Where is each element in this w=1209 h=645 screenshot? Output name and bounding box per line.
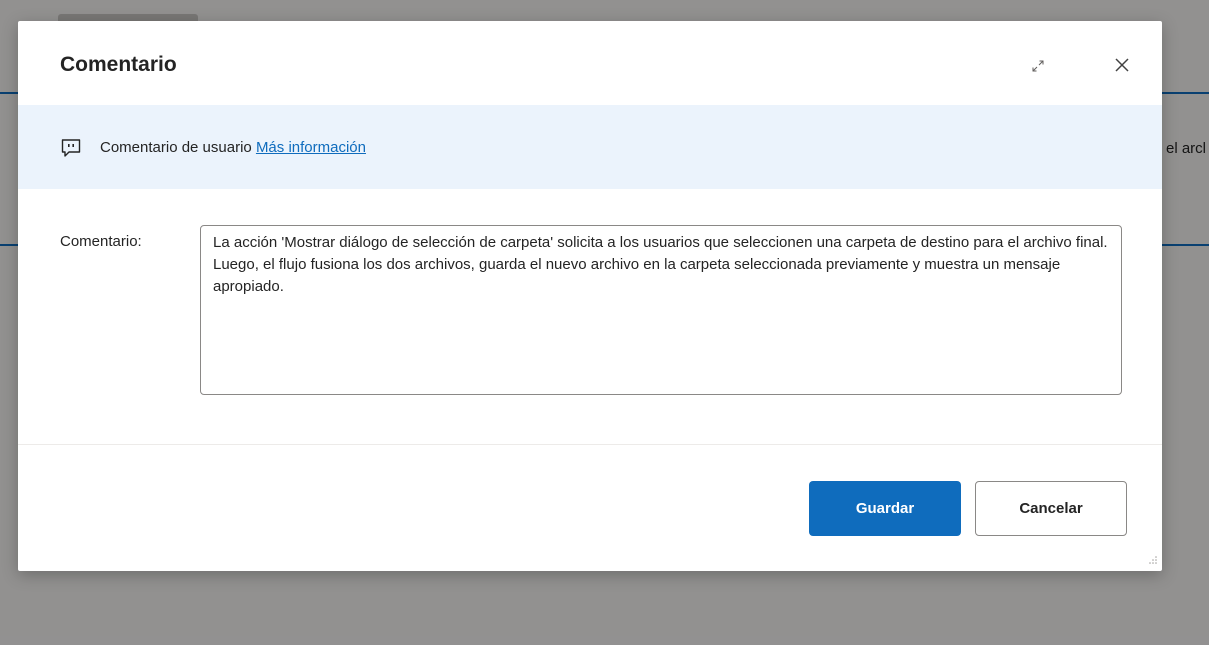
- comment-dialog: Comentario Comentario de usuario Más inf…: [18, 21, 1162, 571]
- more-info-link[interactable]: Más información: [256, 139, 366, 156]
- cancel-button[interactable]: Cancelar: [975, 481, 1127, 536]
- close-icon: [1115, 58, 1129, 72]
- info-text: Comentario de usuario Más información: [100, 139, 366, 156]
- save-button[interactable]: Guardar: [809, 481, 961, 536]
- info-bar: Comentario de usuario Más información: [18, 105, 1162, 189]
- footer-divider: [18, 444, 1162, 445]
- close-button[interactable]: [1102, 47, 1142, 83]
- comment-icon: [61, 139, 81, 157]
- expand-icon: [1032, 60, 1044, 72]
- comment-field-label: Comentario:: [60, 233, 142, 250]
- expand-button[interactable]: [1018, 51, 1058, 81]
- resize-grip-icon[interactable]: [1146, 553, 1158, 565]
- info-label: Comentario de usuario: [100, 139, 252, 156]
- dialog-title: Comentario: [60, 53, 177, 76]
- comment-textarea[interactable]: La acción 'Mostrar diálogo de selección …: [200, 225, 1122, 395]
- dialog-header: Comentario: [18, 21, 1162, 105]
